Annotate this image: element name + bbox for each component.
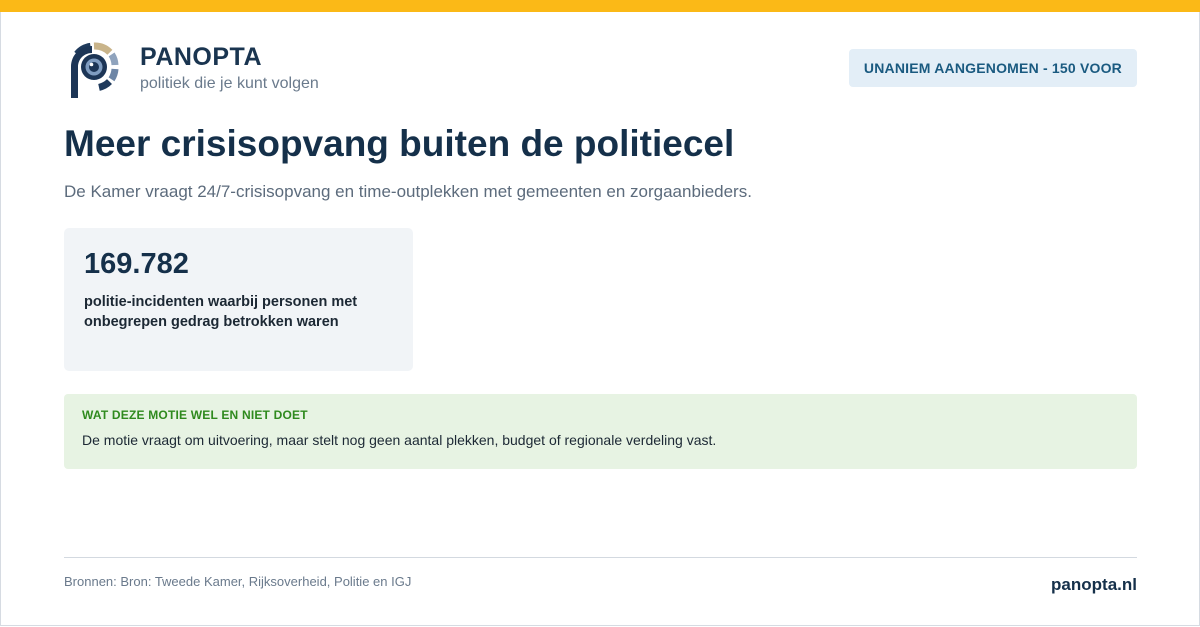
footer-divider (64, 557, 1137, 558)
stat-value: 169.782 (84, 248, 189, 280)
site-link[interactable]: panopta.nl (1051, 575, 1137, 595)
motion-info-box: WAT DEZE MOTIE WEL EN NIET DOET De motie… (64, 394, 1137, 469)
stat-label: politie-incidenten waarbij personen met … (84, 294, 358, 330)
panopta-eye-logo-icon (71, 42, 119, 98)
stat-card: 169.782 politie-incidenten waarbij perso… (64, 228, 413, 371)
info-heading: WAT DEZE MOTIE WEL EN NIET DOET (82, 408, 308, 422)
status-badge: UNANIEM AANGENOMEN - 150 VOOR (848, 49, 1137, 87)
page-title: Meer crisisopvang buiten de politiecel (64, 123, 735, 164)
info-text: De motie vraagt om uitvoering, maar stel… (82, 432, 717, 448)
brand-tagline: politiek die je kunt volgen (140, 75, 319, 92)
brand-name: PANOPTA (140, 43, 263, 71)
top-accent-bar (0, 0, 1200, 12)
page-subtitle: De Kamer vraagt 24/7-crisisopvang en tim… (64, 182, 752, 201)
sources-text: Bronnen: Bron: Tweede Kamer, Rijksoverhe… (64, 574, 412, 589)
